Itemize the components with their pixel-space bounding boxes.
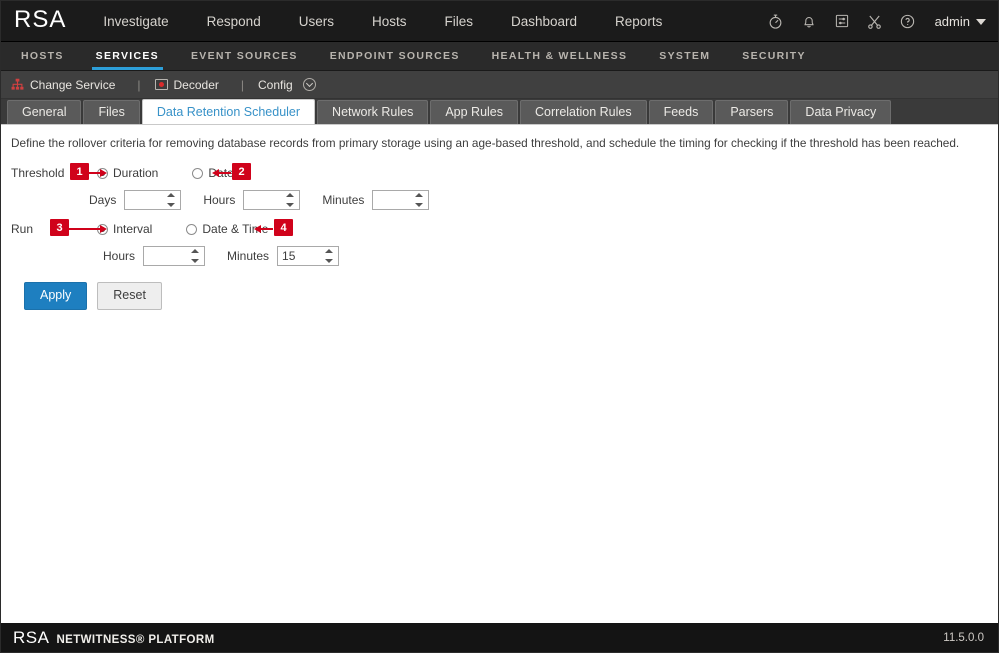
decoder-icon (154, 79, 168, 90)
threshold-days-stepper-arrows[interactable] (167, 193, 176, 207)
app-window: RSA Investigate Respond Users Hosts File… (0, 0, 999, 653)
timer-icon[interactable] (766, 11, 786, 31)
breadcrumb-separator-1: | (137, 77, 141, 92)
tab-app-rules[interactable]: App Rules (430, 100, 519, 124)
run-minutes-stepper[interactable] (277, 246, 340, 266)
threshold-row: Threshold Duration Date 1 2 (11, 160, 998, 186)
tasks-config-icon[interactable] (832, 11, 852, 31)
breadcrumb-config-label: Config (258, 77, 293, 92)
tools-icon[interactable] (865, 11, 885, 31)
admin-subnav: HOSTS SERVICES EVENT SOURCES ENDPOINT SO… (1, 42, 998, 71)
breadcrumb-service-label: Decoder (173, 77, 219, 92)
threshold-hours-stepper-arrows[interactable] (286, 193, 295, 207)
run-hours-label: Hours (103, 249, 136, 263)
footer-version: 11.5.0.0 (943, 631, 984, 644)
tab-files[interactable]: Files (83, 100, 140, 124)
change-service-button[interactable]: Change Service (11, 78, 123, 92)
footer-rsa-logo: RSA (13, 627, 50, 647)
tab-correlation-rules[interactable]: Correlation Rules (520, 100, 647, 124)
nav-item-files[interactable]: Files (425, 8, 492, 35)
data-retention-scheduler-panel: Define the rollover criteria for removin… (1, 124, 998, 621)
date-time-radio-dot (186, 223, 198, 235)
threshold-days-stepper[interactable] (124, 190, 182, 210)
nav-item-users[interactable]: Users (280, 8, 353, 35)
form-actions: Apply Reset (11, 270, 998, 310)
threshold-fields-row: Days Hours Minutes (11, 186, 998, 214)
service-tree-icon (11, 78, 24, 91)
threshold-minutes-stepper-arrows[interactable] (415, 193, 424, 207)
config-tab-strip: General Files Data Retention Scheduler N… (1, 99, 998, 124)
tab-data-retention-scheduler[interactable]: Data Retention Scheduler (141, 99, 316, 124)
top-navigation-bar: RSA Investigate Respond Users Hosts File… (1, 1, 998, 42)
tab-network-rules[interactable]: Network Rules (317, 100, 429, 124)
nav-item-reports[interactable]: Reports (596, 8, 681, 35)
breadcrumb: Change Service | Decoder | Config (1, 71, 998, 99)
panel-description: Define the rollover criteria for removin… (11, 136, 960, 150)
reset-button[interactable]: Reset (97, 282, 162, 310)
run-hours-stepper-arrows[interactable] (191, 249, 200, 263)
footer-brand: RSA NETWITNESS® PLATFORM (13, 628, 215, 648)
annotation-arrow-3 (69, 224, 107, 233)
change-service-label: Change Service (30, 77, 116, 92)
apply-button[interactable]: Apply (24, 282, 88, 310)
subnav-item-services[interactable]: SERVICES (80, 42, 175, 70)
subnav-item-hosts[interactable]: HOSTS (5, 42, 80, 70)
run-fields-row: Hours Minutes (11, 242, 998, 270)
annotation-arrow-2 (212, 168, 231, 177)
nav-item-investigate[interactable]: Investigate (84, 8, 187, 35)
breadcrumb-separator-2: | (240, 77, 244, 92)
tab-data-privacy[interactable]: Data Privacy (790, 100, 892, 124)
top-bar-actions: admin (766, 11, 998, 31)
annotation-badge-1: 1 (70, 163, 89, 180)
run-hours-stepper[interactable] (143, 246, 206, 266)
subnav-item-system[interactable]: SYSTEM (643, 42, 726, 70)
run-minutes-stepper-arrows[interactable] (325, 249, 334, 263)
subnav-item-health-wellness[interactable]: HEALTH & WELLNESS (476, 42, 644, 70)
chevron-down-circle-icon[interactable] (302, 78, 316, 91)
annotation-badge-2: 2 (232, 163, 251, 180)
breadcrumb-config[interactable]: Config (258, 78, 324, 92)
threshold-hours-stepper[interactable] (243, 190, 301, 210)
tab-general[interactable]: General (7, 100, 82, 124)
subnav-item-event-sources[interactable]: EVENT SOURCES (175, 42, 314, 70)
annotation-badge-4: 4 (274, 219, 293, 236)
chevron-down-icon (976, 19, 986, 25)
rsa-logo: RSA (14, 6, 67, 33)
run-row: Run Interval Date & Time 3 4 (11, 216, 998, 242)
footer-product-name: NETWITNESS® PLATFORM (56, 633, 215, 646)
threshold-hours-label: Hours (203, 193, 236, 207)
user-menu[interactable]: admin (931, 14, 986, 29)
threshold-label: Threshold (11, 166, 65, 180)
run-minutes-label: Minutes (227, 249, 270, 263)
help-icon[interactable] (898, 11, 918, 31)
annotation-arrow-1 (89, 168, 107, 177)
footer-bar: RSA NETWITNESS® PLATFORM 11.5.0.0 (1, 621, 998, 652)
nav-item-dashboard[interactable]: Dashboard (492, 8, 596, 35)
nav-item-respond[interactable]: Respond (188, 8, 280, 35)
user-menu-label: admin (934, 13, 970, 29)
interval-radio-label: Interval (113, 222, 153, 236)
nav-item-hosts[interactable]: Hosts (353, 8, 426, 35)
retention-form: Threshold Duration Date 1 2 Days (1, 150, 998, 310)
annotation-arrow-4 (254, 224, 273, 233)
threshold-minutes-label: Minutes (322, 193, 365, 207)
subnav-item-security[interactable]: SECURITY (726, 42, 822, 70)
annotation-badge-3: 3 (50, 219, 69, 236)
tab-parsers[interactable]: Parsers (715, 100, 789, 124)
tab-feeds[interactable]: Feeds (648, 100, 714, 124)
subnav-item-endpoint-sources[interactable]: ENDPOINT SOURCES (314, 42, 476, 70)
threshold-days-label: Days (89, 193, 117, 207)
notifications-bell-icon[interactable] (799, 11, 819, 31)
duration-radio-label: Duration (113, 166, 159, 180)
threshold-minutes-stepper[interactable] (372, 190, 430, 210)
breadcrumb-service[interactable]: Decoder (154, 77, 227, 92)
main-nav: Investigate Respond Users Hosts Files Da… (84, 8, 681, 35)
date-radio-dot (192, 167, 204, 179)
